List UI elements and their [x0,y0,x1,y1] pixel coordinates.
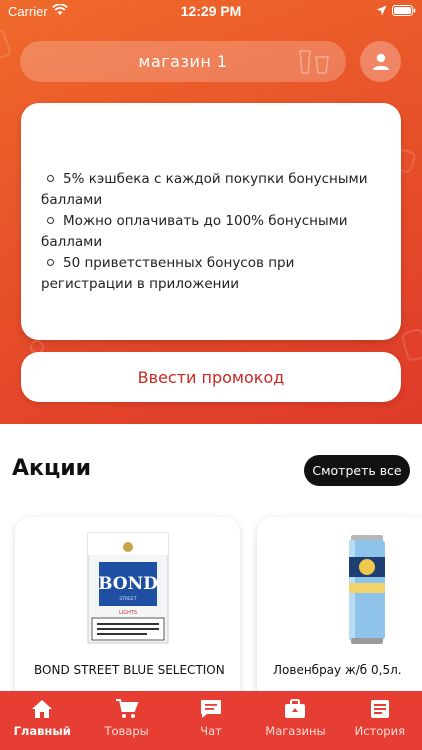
tab-label: Главный [13,724,71,738]
bonus-info-item: 5% кэшбека с каждой покупки бонусными ба… [41,171,368,208]
bonus-info-list: 5% кэшбека с каждой покупки бонусными ба… [41,169,387,295]
bullet-icon [47,259,54,266]
see-all-label: Смотреть все [312,463,402,478]
product-card[interactable]: Ловенбрау ж/б 0,5л. [257,517,422,707]
promotions-title: Акции [12,456,92,481]
see-all-button[interactable]: Смотреть все [304,455,410,486]
product-name: Ловенбрау ж/б 0,5л. [273,663,402,677]
decor-shape [400,327,422,363]
user-icon [372,53,389,70]
tab-label: Чат [200,724,222,738]
decor-shape [0,28,13,60]
beer-can-image [349,535,385,644]
history-icon [370,700,389,718]
tab-label: Товары [104,724,149,738]
tab-label: Магазины [265,724,326,738]
location-arrow-icon [376,5,387,16]
battery-icon [392,5,416,16]
cart-icon [115,699,139,718]
bonus-info-card: 5% кэшбека с каждой покупки бонусными ба… [21,103,401,340]
bonus-info-item: Можно оплачивать до 100% бонусными балла… [41,213,348,250]
product-name: BOND STREET BLUE SELECTION [34,663,225,677]
store-name: магазин 1 [138,52,228,71]
chat-icon [201,700,222,718]
tab-home[interactable]: Главный [0,691,84,750]
bullet-icon [47,217,54,224]
profile-button[interactable] [360,41,401,82]
tab-history[interactable]: История [338,691,422,750]
cigarette-pack-image: BOND STREET LIGHTS [87,532,169,644]
enter-promo-code-button[interactable]: Ввести промокод [21,352,401,402]
promo-button-label: Ввести промокод [137,367,285,387]
tab-label: История [354,724,405,738]
store-icon [285,699,306,718]
store-selector[interactable]: магазин 1 [20,41,346,82]
svg-text:BOND: BOND [98,574,158,594]
tab-chat[interactable]: Чат [169,691,253,750]
glasses-decor-icon [299,50,329,74]
tab-stores[interactable]: Магазины [253,691,337,750]
home-icon [32,700,53,718]
status-time: 12:29 PM [180,3,242,19]
bonus-info-item: 50 приветственных бонусов при регистраци… [41,255,295,292]
svg-text:LIGHTS: LIGHTS [119,610,137,616]
tab-products[interactable]: Товары [84,691,168,750]
status-bar: Carrier 12:29 PM [0,0,422,24]
product-card[interactable]: BOND STREET LIGHTS BOND STREET BLUE SELE… [15,517,240,707]
bottom-tab-bar: Главный Товары Чат Магазины История [0,691,422,750]
bullet-icon [47,175,54,182]
svg-text:STREET: STREET [119,596,136,602]
